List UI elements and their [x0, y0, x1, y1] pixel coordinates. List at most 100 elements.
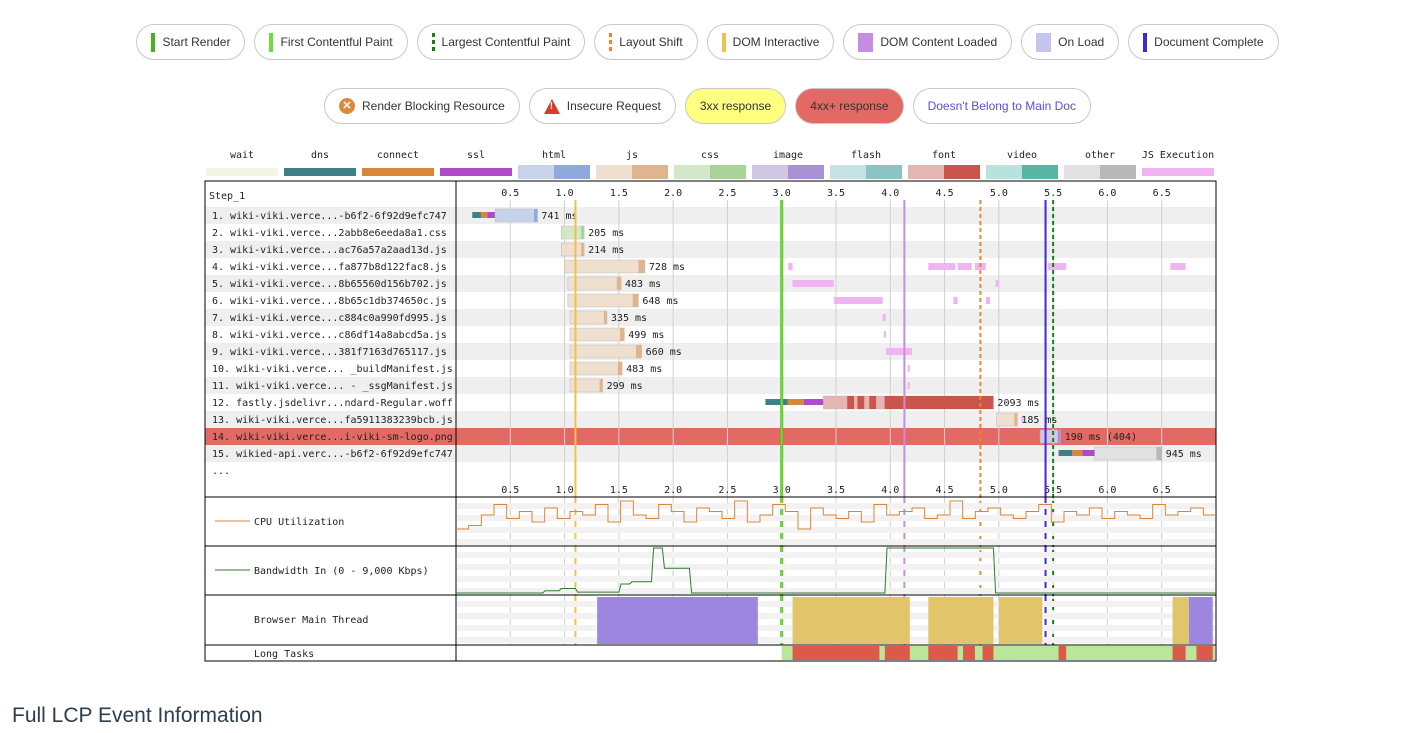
request-bar-download	[599, 379, 603, 392]
request-duration-label: 648 ms	[642, 296, 678, 307]
long-tasks-label: Long Tasks	[254, 649, 314, 660]
type-legend-swatch	[362, 168, 434, 176]
connection-segment	[803, 399, 824, 405]
tick-label-bottom: 3.5	[827, 485, 845, 496]
request-bar-download	[581, 243, 585, 256]
connection-segment	[765, 399, 788, 405]
type-legend-label: connect	[377, 150, 419, 161]
request-url-label: 10. wiki-viki.verce... _buildManifest.js	[212, 364, 453, 375]
type-legend-swatch	[554, 165, 590, 179]
tick-label-top: 4.5	[936, 188, 954, 199]
request-url-label: 5. wiki-viki.verce...8b65560d156b702.js	[212, 279, 447, 290]
request-bar-download	[617, 362, 623, 375]
request-bar	[1094, 446, 1162, 461]
js-execution-block	[1047, 263, 1067, 270]
request-bar	[569, 344, 642, 359]
request-duration-label: 483 ms	[626, 364, 662, 375]
js-execution-block	[883, 331, 886, 338]
long-task	[1172, 646, 1186, 660]
request-duration-label: 483 ms	[625, 279, 661, 290]
request-bar	[569, 361, 623, 376]
long-task	[1196, 646, 1213, 660]
request-bar-chunk	[857, 396, 865, 409]
type-legend-label: other	[1085, 150, 1115, 161]
tick-label-bottom: 6.5	[1153, 485, 1171, 496]
type-legend-swatch	[908, 165, 944, 179]
js-execution-block	[928, 263, 956, 270]
tick-label-bottom: 1.5	[610, 485, 628, 496]
js-execution-block	[907, 365, 910, 372]
type-legend-swatch	[710, 165, 746, 179]
request-url-label: 3. wiki-viki.verce...ac76a57a2aad13d.js	[212, 245, 447, 256]
type-legend-label: html	[542, 150, 566, 161]
request-url-label: 7. wiki-viki.verce...c884c0a990fd995.js	[212, 313, 447, 324]
js-execution-block	[953, 297, 958, 304]
request-url-label: 11. wiki-viki.verce... - _ssgManifest.js	[212, 381, 453, 392]
connection-segment	[1082, 450, 1095, 456]
type-legend-swatch	[1022, 165, 1058, 179]
tick-label-top: 6.5	[1153, 188, 1171, 199]
request-bar	[1039, 429, 1061, 444]
request-bar-download	[1156, 447, 1162, 460]
type-legend-label: css	[701, 150, 719, 161]
main-thread-activity	[998, 597, 1043, 644]
type-legend-swatch	[1142, 168, 1214, 176]
request-duration-label: 741 ms	[541, 211, 577, 222]
request-url-label: 8. wiki-viki.verce...c86df14a8abcd5a.js	[212, 330, 447, 341]
bandwidth-label: Bandwidth In (0 - 9,000 Kbps)	[254, 566, 429, 577]
tick-label-top: 5.5	[1044, 188, 1062, 199]
request-duration-label: 214 ms	[588, 245, 624, 256]
request-duration-label: 945 ms	[1166, 449, 1202, 460]
panel-band	[457, 576, 1215, 582]
main-thread-activity	[792, 597, 910, 644]
type-legend-label: dns	[311, 150, 329, 161]
waterfall-chart: wait dns connect ssl html js css image flash font…	[204, 150, 1217, 662]
request-bar	[561, 225, 585, 240]
request-url-label: 4. wiki-viki.verce...fa877b8d122fac8.js	[212, 262, 447, 273]
request-url-label: 2. wiki-viki.verce...2abb8e6eeda8a1.css	[212, 228, 447, 239]
type-legend-swatch	[1064, 165, 1100, 179]
more-requests-label: ...	[212, 466, 230, 477]
type-legend-swatch	[632, 165, 668, 179]
connection-segment	[472, 212, 481, 218]
tick-label-top: 4.0	[881, 188, 899, 199]
connection-segment	[787, 399, 804, 405]
cpu-label: CPU Utilization	[254, 517, 344, 528]
type-legend-swatch	[1100, 165, 1136, 179]
type-legend-swatch	[944, 165, 980, 179]
request-bar	[494, 208, 538, 223]
request-bar	[564, 259, 646, 274]
type-legend-label: image	[773, 150, 803, 161]
js-execution-block	[885, 348, 912, 355]
js-execution-block	[907, 382, 910, 389]
request-duration-label: 190 ms (404)	[1065, 432, 1137, 443]
long-task	[982, 646, 994, 660]
request-bar	[567, 293, 639, 308]
connection-segment	[487, 212, 496, 218]
request-duration-label: 299 ms	[607, 381, 643, 392]
section-heading: Full LCP Event Information	[12, 704, 263, 727]
type-legend-label: ssl	[467, 150, 485, 161]
tick-label-top: 3.0	[773, 188, 791, 199]
type-legend-swatch	[596, 165, 632, 179]
request-bar-download	[1057, 430, 1061, 443]
request-url-label: 15. wikied-api.verc...-b6f2-6f92d9efc747	[212, 449, 453, 460]
tick-label-bottom: 4.0	[881, 485, 899, 496]
request-bar-download	[616, 277, 622, 290]
js-execution-block	[833, 297, 883, 304]
request-bar-download	[632, 294, 639, 307]
js-execution-block	[788, 263, 793, 270]
type-legend-swatch	[284, 168, 356, 176]
connection-segment	[1072, 450, 1083, 456]
main-thread-activity	[928, 597, 994, 644]
type-legend-swatch	[830, 165, 866, 179]
request-bar-download	[635, 345, 642, 358]
request-bar-download	[1014, 413, 1018, 426]
type-legend-swatch	[440, 168, 512, 176]
type-legend-label: JS Execution	[1142, 150, 1214, 161]
request-url-label: 14. wiki-viki.verce...i-viki-sm-logo.png	[212, 432, 453, 443]
type-legend-label: video	[1007, 150, 1037, 161]
request-url-label: 6. wiki-viki.verce...8b65c1db374650c.js	[212, 296, 447, 307]
connection-segment	[1058, 450, 1073, 456]
long-task	[1058, 646, 1067, 660]
